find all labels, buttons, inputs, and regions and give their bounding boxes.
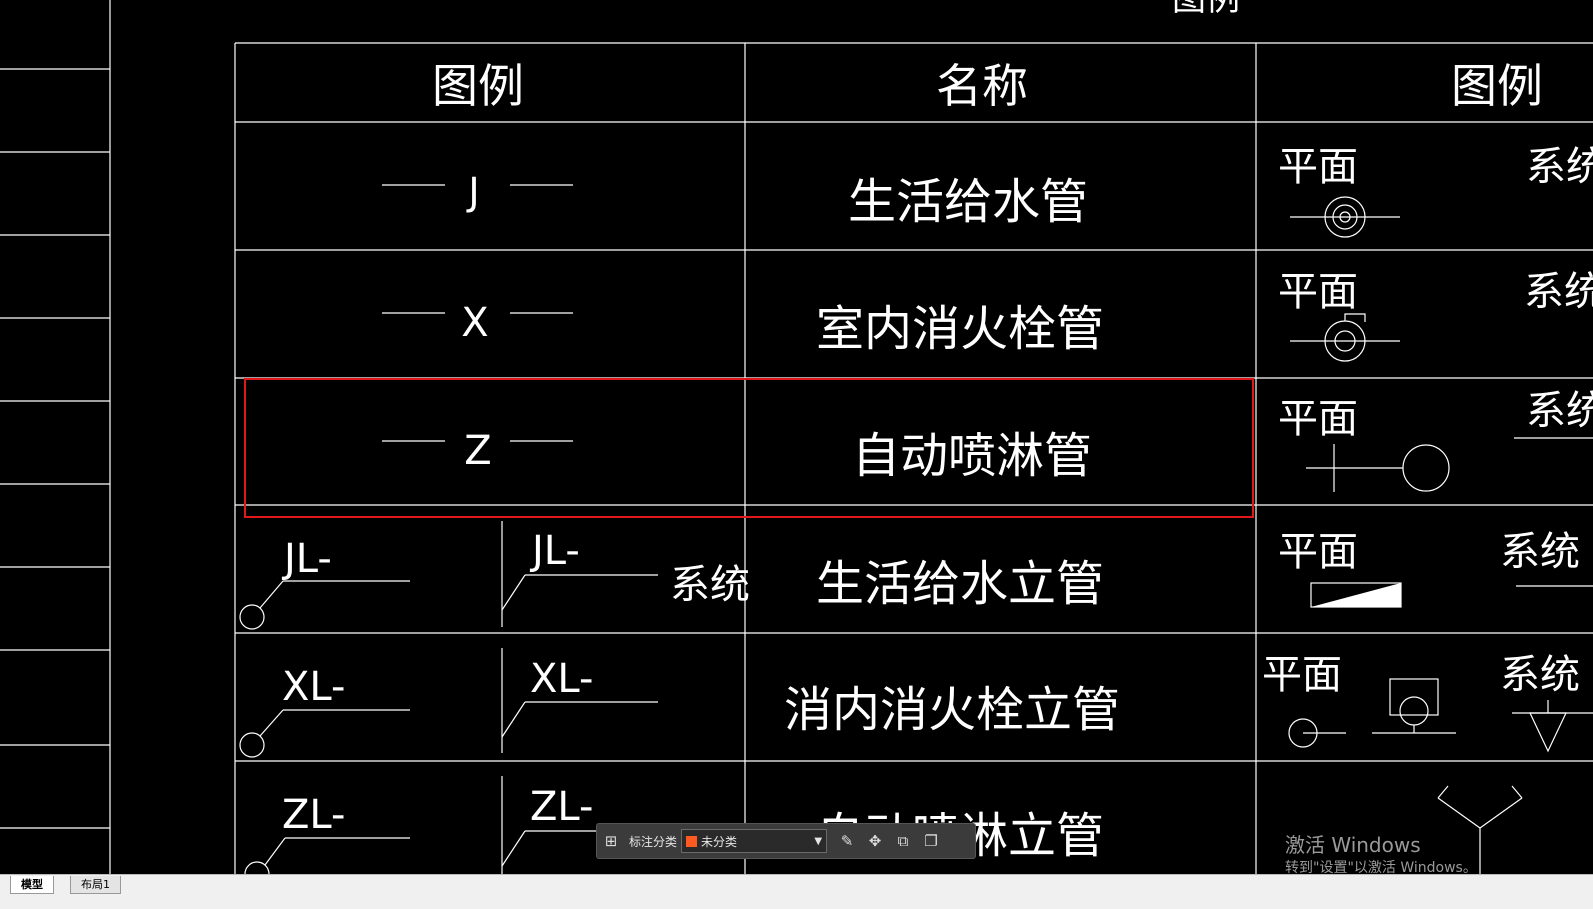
activation-watermark-title: 激活 Windows [1285, 833, 1421, 857]
system-label-5: 系统 [1500, 652, 1580, 698]
row-name-5[interactable]: 消内消火栓立管 [784, 682, 1120, 738]
tab-layout1[interactable]: 布局1 [70, 876, 121, 894]
plan-label-3: 平面 [1278, 396, 1358, 442]
category-selected: 未分类 [701, 834, 738, 849]
svg-text:JL-: JL- [529, 528, 580, 574]
tab-model[interactable]: 模型 [10, 876, 54, 894]
riser-symbol-jl-plan[interactable]: JL- [239, 536, 410, 630]
svg-text:XL-: XL- [282, 664, 345, 710]
svg-text:ZL-: ZL- [282, 792, 345, 838]
category-color-swatch [686, 835, 698, 847]
svg-text:ZL-: ZL- [530, 784, 593, 830]
row-name-2[interactable]: 室内消火栓管 [816, 301, 1104, 357]
row-name-1[interactable]: 生活给水管 [848, 174, 1088, 230]
hydrant-box-symbol[interactable] [1372, 678, 1456, 734]
system-label-2: 系统 [1524, 269, 1593, 315]
header-legend-right: 图例 [1451, 59, 1543, 113]
chevron-down-icon: ▼ [814, 835, 823, 847]
layout-tab-bar: 模型 布局1 [0, 874, 1593, 909]
svg-text:XL-: XL- [530, 656, 593, 702]
sprinkler-symbol[interactable] [1306, 444, 1450, 492]
svg-text:系统: 系统 [670, 562, 750, 608]
edit-icon[interactable]: ✎ [833, 827, 861, 855]
valve-symbol[interactable] [1290, 313, 1400, 362]
paste-icon[interactable]: ❐ [917, 827, 945, 855]
plan-label-2: 平面 [1278, 269, 1358, 315]
drawing-svg: 图例 图例 名称 图例 J 生活给水管 平面 系统 X 室内消火栓管 平面 系统… [0, 0, 1593, 892]
riser-symbol-xl-system[interactable]: XL- [501, 648, 658, 753]
system-label-1: 系统 [1526, 144, 1593, 190]
tank-symbol[interactable] [1310, 582, 1402, 608]
system-label-4: 系统 [1500, 529, 1580, 575]
pipe-symbol-j[interactable]: J [382, 170, 573, 214]
annotation-toolbar: ⊞ 标注分类 未分类 ▼ ✎ ✥ ⧉ ❐ [596, 823, 976, 859]
grid-icon[interactable]: ⊞ [597, 827, 625, 855]
valve-triangle-symbol[interactable] [1512, 700, 1593, 753]
svg-text:X: X [461, 300, 488, 346]
annotation-category-label: 标注分类 [629, 834, 678, 849]
copy-icon[interactable]: ⧉ [889, 827, 917, 855]
move-icon[interactable]: ✥ [861, 827, 889, 855]
svg-text:Z: Z [464, 428, 491, 474]
cad-drawing-canvas[interactable]: 图例 图例 名称 图例 J 生活给水管 平面 系统 X 室内消火栓管 平面 系统… [0, 0, 1593, 892]
svg-text:J: J [466, 170, 479, 214]
system-label-3: 系统 [1526, 388, 1593, 434]
plan-label-1: 平面 [1278, 144, 1358, 190]
hydrant-plan-symbol[interactable] [1288, 718, 1346, 748]
plan-label-4: 平面 [1278, 529, 1358, 575]
riser-symbol-jl-system[interactable]: JL- 系统 [501, 521, 750, 627]
pipe-symbol-z[interactable]: Z [382, 428, 573, 474]
row-name-3[interactable]: 自动喷淋管 [852, 428, 1092, 484]
highlight-box [244, 378, 1254, 518]
plan-label-5: 平面 [1262, 652, 1342, 698]
top-cut-text: 图例 [1172, 0, 1240, 19]
pipe-symbol-x[interactable]: X [382, 300, 573, 346]
riser-symbol-xl-plan[interactable]: XL- [239, 664, 410, 758]
water-meter-symbol[interactable] [1290, 196, 1400, 238]
header-legend-left: 图例 [432, 59, 524, 113]
category-dropdown[interactable]: 未分类 ▼ [681, 829, 828, 853]
row-name-4[interactable]: 生活给水立管 [816, 556, 1104, 612]
svg-text:JL-: JL- [281, 536, 332, 582]
header-name: 名称 [936, 59, 1028, 113]
riser-symbol-zl-plan[interactable]: ZL- [244, 792, 410, 887]
